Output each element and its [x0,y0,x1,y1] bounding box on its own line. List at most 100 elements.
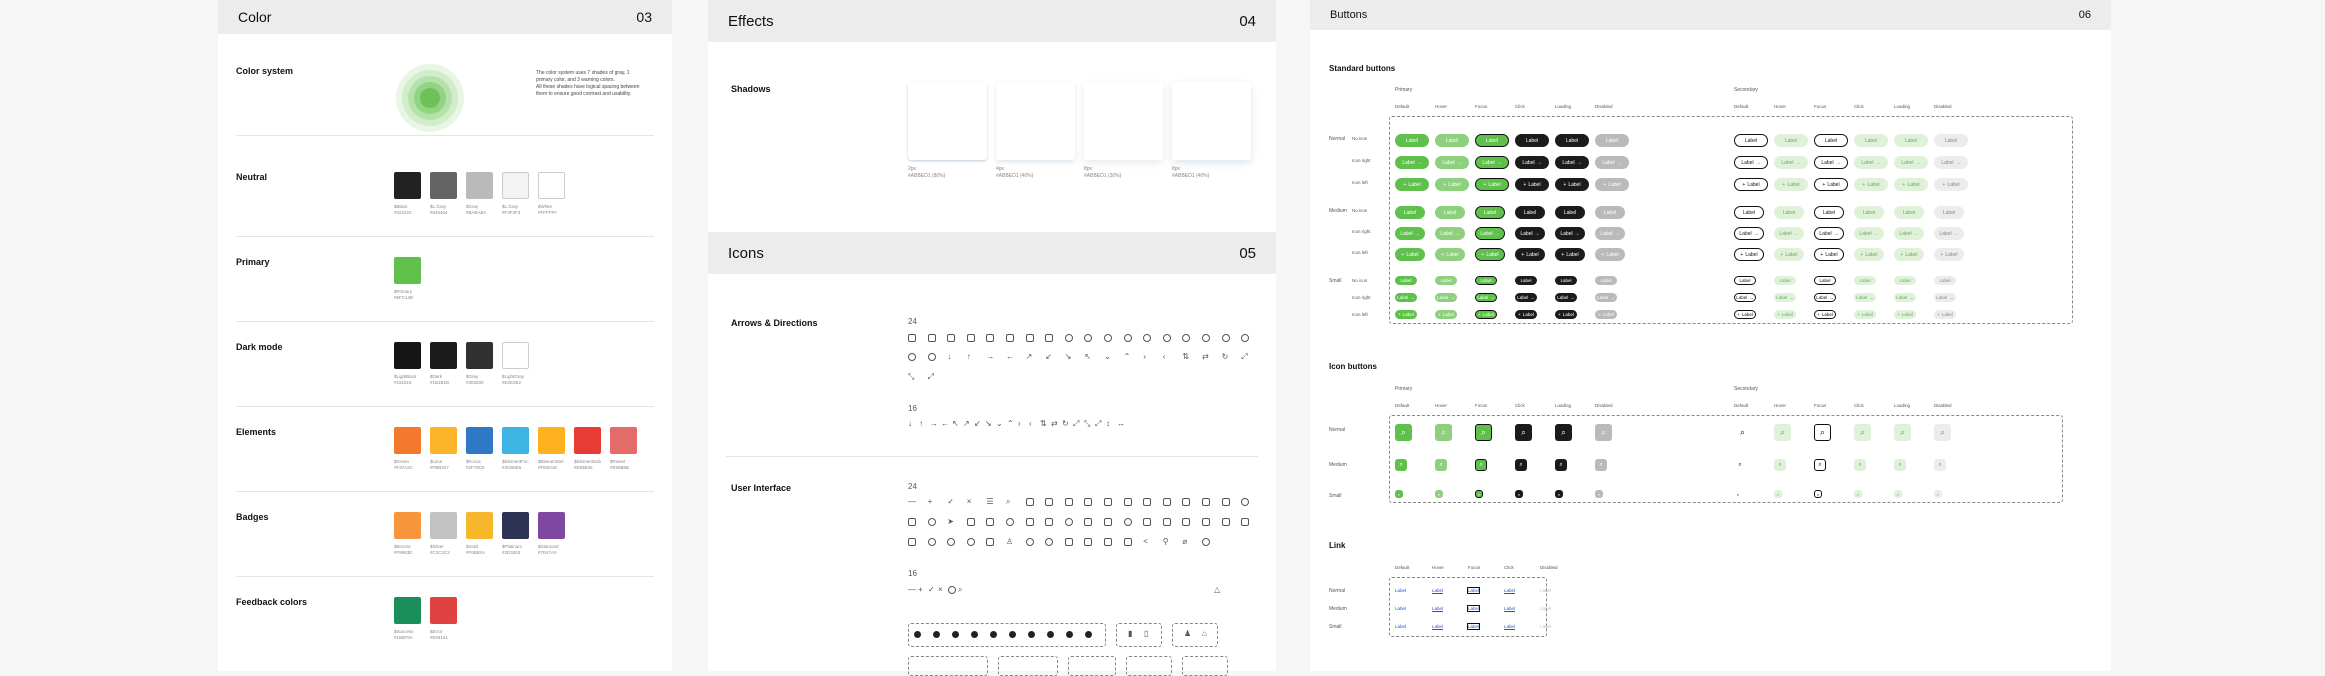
label-button[interactable]: + Label [1774,248,1804,261]
label-button[interactable]: Label → [1774,227,1804,240]
label-button[interactable]: Label → [1894,156,1928,169]
label-button[interactable]: + Label [1595,310,1617,319]
label-button[interactable]: + Label [1854,248,1884,261]
label-button[interactable]: Label → [1435,156,1469,169]
label-button[interactable]: + Label [1734,248,1764,261]
label-button[interactable]: + Label [1734,310,1756,319]
icon-button[interactable]: ⌕ [1934,424,1951,441]
label-button[interactable]: Label → [1934,227,1964,240]
label-button[interactable]: + Label [1555,178,1589,191]
icon-button[interactable]: ⌕ [1475,490,1483,498]
link-text[interactable]: Label [1466,587,1481,594]
icon-button[interactable]: ⌕ [1475,459,1487,471]
label-button[interactable]: Label → [1475,156,1509,169]
label-button[interactable]: Label [1595,134,1629,147]
label-button[interactable]: Label → [1515,293,1537,302]
icon-button[interactable]: ⌕ [1435,424,1452,441]
label-button[interactable]: Label [1734,276,1756,285]
label-button[interactable]: + Label [1894,310,1916,319]
label-button[interactable]: Label [1395,134,1429,147]
label-button[interactable]: Label → [1814,156,1848,169]
label-button[interactable]: Label → [1435,293,1457,302]
link-text[interactable]: Label [1540,624,1551,629]
icon-button[interactable]: ⌕ [1515,490,1523,498]
label-button[interactable]: Label → [1595,227,1625,240]
label-button[interactable]: + Label [1435,248,1465,261]
label-button[interactable]: Label → [1475,227,1505,240]
label-button[interactable]: + Label [1595,248,1625,261]
icon-button[interactable]: ⌕ [1894,424,1911,441]
label-button[interactable]: Label → [1515,227,1545,240]
icon-button[interactable]: ⌕ [1395,424,1412,441]
icon-button[interactable]: ⌕ [1814,490,1822,498]
label-button[interactable]: Label [1774,134,1808,147]
link-text[interactable]: Label [1504,606,1515,611]
label-button[interactable]: + Label [1555,248,1585,261]
icon-button[interactable]: ⌕ [1774,424,1791,441]
label-button[interactable]: + Label [1515,310,1537,319]
label-button[interactable]: Label [1814,206,1844,219]
label-button[interactable]: + Label [1435,310,1457,319]
label-button[interactable]: Label → [1934,156,1968,169]
label-button[interactable]: + Label [1395,310,1417,319]
icon-button[interactable]: ⌕ [1894,490,1902,498]
label-button[interactable]: + Label [1555,310,1577,319]
label-button[interactable]: + Label [1814,310,1836,319]
link-text[interactable]: Label [1540,588,1551,593]
label-button[interactable]: + Label [1515,178,1549,191]
label-button[interactable]: Label → [1854,156,1888,169]
label-button[interactable]: + Label [1734,178,1768,191]
label-button[interactable]: + Label [1814,178,1848,191]
icon-button[interactable]: ⌕ [1515,459,1527,471]
label-button[interactable]: Label [1515,206,1545,219]
icon-button[interactable]: ⌕ [1515,424,1532,441]
label-button[interactable]: + Label [1934,178,1968,191]
link-text[interactable]: Label [1395,606,1406,611]
label-button[interactable]: Label → [1774,293,1796,302]
label-button[interactable]: Label [1854,276,1876,285]
label-button[interactable]: Label → [1595,293,1617,302]
link-text[interactable]: Label [1504,588,1515,593]
icon-button[interactable]: ⌕ [1734,459,1746,471]
icon-button[interactable]: ⌕ [1555,490,1563,498]
label-button[interactable]: Label [1814,134,1848,147]
icon-button[interactable]: ⌕ [1814,459,1826,471]
icon-button[interactable]: ⌕ [1934,490,1942,498]
label-button[interactable]: Label [1555,276,1577,285]
label-button[interactable]: Label [1515,134,1549,147]
icon-button[interactable]: ⌕ [1734,424,1751,441]
label-button[interactable]: + Label [1854,178,1888,191]
icon-button[interactable]: ⌕ [1774,459,1786,471]
label-button[interactable]: Label [1435,276,1457,285]
label-button[interactable]: Label → [1395,227,1425,240]
label-button[interactable]: Label [1435,206,1465,219]
link-text[interactable]: Label [1540,606,1551,611]
label-button[interactable]: Label [1475,134,1509,147]
link-text[interactable]: Label [1432,588,1443,593]
label-button[interactable]: Label [1734,134,1768,147]
label-button[interactable]: + Label [1475,310,1497,319]
label-button[interactable]: + Label [1595,178,1629,191]
label-button[interactable]: Label → [1595,156,1629,169]
icon-button[interactable]: ⌕ [1595,490,1603,498]
label-button[interactable]: + Label [1435,178,1469,191]
label-button[interactable]: Label → [1814,227,1844,240]
label-button[interactable]: Label [1814,276,1836,285]
label-button[interactable]: Label [1395,206,1425,219]
label-button[interactable]: Label [1595,206,1625,219]
label-button[interactable]: Label → [1854,293,1876,302]
label-button[interactable]: Label → [1395,293,1417,302]
label-button[interactable]: Label [1894,276,1916,285]
icon-button[interactable]: ⌕ [1395,459,1407,471]
label-button[interactable]: Label [1854,206,1884,219]
label-button[interactable]: Label → [1435,227,1465,240]
label-button[interactable]: Label [1934,276,1956,285]
label-button[interactable]: Label [1435,134,1469,147]
label-button[interactable]: Label [1475,206,1505,219]
label-button[interactable]: + Label [1894,178,1928,191]
label-button[interactable]: Label → [1894,227,1924,240]
icon-button[interactable]: ⌕ [1894,459,1906,471]
icon-button[interactable]: ⌕ [1555,424,1572,441]
icon-button[interactable]: ⌕ [1595,424,1612,441]
label-button[interactable]: Label [1854,134,1888,147]
